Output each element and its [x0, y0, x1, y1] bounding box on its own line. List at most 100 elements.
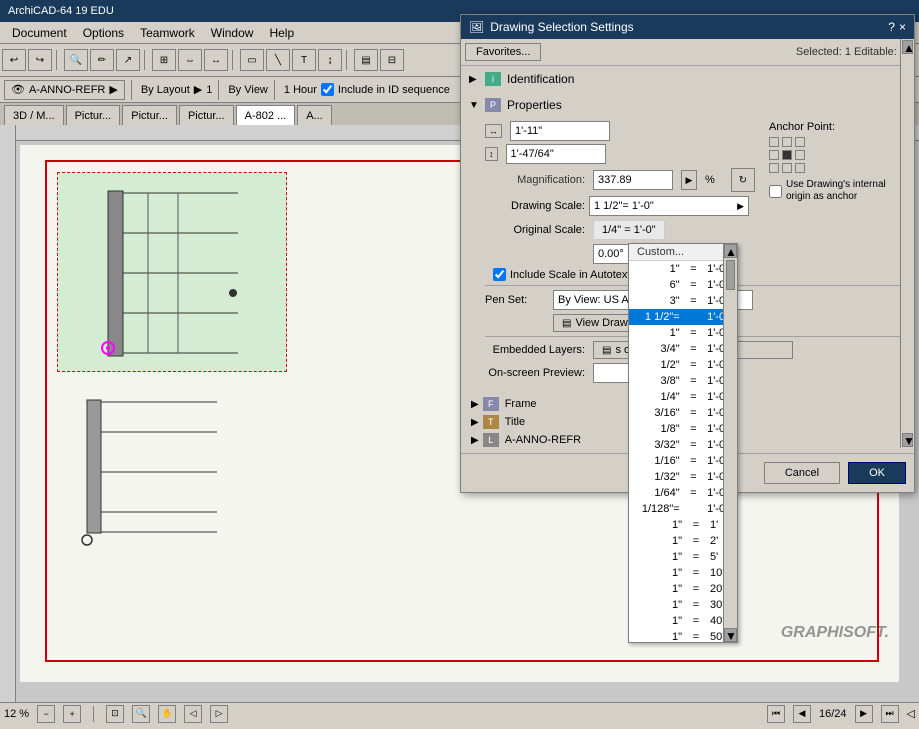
menu-teamwork[interactable]: Teamwork	[132, 24, 203, 42]
scale-item-17[interactable]: 1" = 2'	[629, 533, 737, 549]
tab-3d[interactable]: 3D / M...	[4, 105, 64, 125]
favorites-btn[interactable]: Favorites...	[465, 43, 541, 61]
magnification-input[interactable]	[593, 170, 673, 190]
use-origin-row: Use Drawing's internal origin as anchor	[769, 179, 906, 203]
scale-item-5[interactable]: 3/4" = 1'-0"	[629, 341, 737, 357]
menu-help[interactable]: Help	[261, 24, 302, 42]
fit-btn[interactable]: ⊡	[106, 705, 124, 723]
first-page-btn[interactable]: ⏮	[767, 705, 785, 723]
use-origin-checkbox[interactable]	[769, 185, 782, 198]
scale-item-11[interactable]: 3/32" = 1'-0"	[629, 437, 737, 453]
mag-arrow-btn[interactable]: ▶	[681, 170, 697, 190]
anchor-bc[interactable]	[782, 163, 792, 173]
menu-document[interactable]: Document	[4, 24, 75, 42]
scale-item-19[interactable]: 1" = 10'	[629, 565, 737, 581]
tab-pictur3[interactable]: Pictur...	[179, 105, 234, 125]
tab-a[interactable]: A...	[297, 105, 332, 125]
scale-item-7[interactable]: 3/8" = 1'-0"	[629, 373, 737, 389]
zoom-btn[interactable]: 🔍	[64, 49, 88, 71]
scale-item-13[interactable]: 1/32" = 1'-0"	[629, 469, 737, 485]
line-btn[interactable]: ╲	[266, 49, 290, 71]
scale-item-12[interactable]: 1/16" = 1'-0"	[629, 453, 737, 469]
tab-a802[interactable]: A-802 ...	[236, 105, 296, 125]
width-icon-btn[interactable]: ↔	[485, 124, 502, 138]
scale-item-2[interactable]: 3" = 1'-0"	[629, 293, 737, 309]
height-icon-btn[interactable]: ↕	[485, 147, 498, 161]
include-scale-checkbox[interactable]	[493, 268, 506, 281]
scale-item-4[interactable]: 1" = 1'-0"	[629, 325, 737, 341]
drawing-scale-dropdown[interactable]: 1 1/2"= 1'-0" ▶	[589, 196, 749, 216]
cancel-btn[interactable]: Cancel	[764, 462, 840, 484]
next-view-btn[interactable]: ▷	[210, 705, 228, 723]
scale-item-21[interactable]: 1" = 30'	[629, 597, 737, 613]
anchor-tr[interactable]	[795, 137, 805, 147]
identification-section: ▶ i Identification	[461, 66, 914, 92]
next-page-btn[interactable]: ▶	[855, 705, 873, 723]
fill-btn[interactable]: ▤	[354, 49, 378, 71]
scale-item-10[interactable]: 1/8" = 1'-0"	[629, 421, 737, 437]
scale-item-3[interactable]: 1 1/2"= 1'-0"	[629, 309, 737, 325]
scale-item-15[interactable]: 1/128"= 1'-0"	[629, 501, 737, 517]
dialog-close-btn[interactable]: ×	[899, 20, 906, 34]
anchor-tl[interactable]	[769, 137, 779, 147]
height-input[interactable]	[506, 144, 606, 164]
pan-btn[interactable]: ✋	[158, 705, 176, 723]
scrollbar-up-btn[interactable]: ▲	[902, 40, 913, 54]
layer-select[interactable]: 👁 A-ANNO-REFR ▶	[4, 80, 125, 100]
dialog-scrollbar[interactable]: ▲ ▼	[900, 39, 914, 448]
text-btn[interactable]: T	[292, 49, 316, 71]
anchor-br[interactable]	[795, 163, 805, 173]
scale-item-18[interactable]: 1" = 5'	[629, 549, 737, 565]
identification-header[interactable]: ▶ i Identification	[465, 70, 910, 88]
redo-btn[interactable]: ↪	[28, 49, 52, 71]
dd-scroll-down[interactable]: ▼	[724, 628, 737, 642]
scale-item-20[interactable]: 1" = 20'	[629, 581, 737, 597]
scale-item-22[interactable]: 1" = 40'	[629, 613, 737, 629]
include-id-checkbox[interactable]	[321, 83, 334, 96]
dropdown-scrollbar[interactable]: ▲ ▼	[723, 244, 737, 642]
dim-btn[interactable]: ↨	[318, 49, 342, 71]
scale-item-6[interactable]: 1/2" = 1'-0"	[629, 357, 737, 373]
resize-btn[interactable]: ↔	[204, 49, 228, 71]
undo-btn[interactable]: ↩	[2, 49, 26, 71]
scale-item-23[interactable]: 1" = 50'	[629, 629, 737, 643]
dd-scroll-thumb[interactable]	[726, 260, 735, 290]
pen-btn[interactable]: ✏	[90, 49, 114, 71]
tab-pictur1[interactable]: Pictur...	[66, 105, 121, 125]
scale-item-9[interactable]: 3/16" = 1'-0"	[629, 405, 737, 421]
shape-btn[interactable]: ▭	[240, 49, 264, 71]
zoom-window-btn[interactable]: 🔍	[132, 705, 150, 723]
zoom-in-btn[interactable]: +	[63, 705, 81, 723]
zoom-out-btn[interactable]: −	[37, 705, 55, 723]
prev-page-btn[interactable]: ◀	[793, 705, 811, 723]
pen-icon: ▤	[562, 318, 571, 329]
anchor-mr[interactable]	[795, 150, 805, 160]
scale-item-8[interactable]: 1/4" = 1'-0"	[629, 389, 737, 405]
dd-scroll-up[interactable]: ▲	[724, 244, 737, 258]
scale-item-1[interactable]: 6" = 1'-0"	[629, 277, 737, 293]
menu-window[interactable]: Window	[203, 24, 262, 42]
scale-item-14[interactable]: 1/64" = 1'-0"	[629, 485, 737, 501]
select-btn[interactable]: ⊞	[152, 49, 176, 71]
prev-view-btn[interactable]: ◁	[184, 705, 202, 723]
properties-section: ▼ P Properties	[461, 92, 914, 118]
anchor-mc[interactable]	[782, 150, 792, 160]
properties-header[interactable]: ▼ P Properties	[465, 96, 910, 114]
menu-options[interactable]: Options	[75, 24, 132, 42]
ok-btn[interactable]: OK	[848, 462, 906, 484]
tab-pictur2[interactable]: Pictur...	[122, 105, 177, 125]
last-page-btn[interactable]: ⏭	[881, 705, 899, 723]
move-btn[interactable]: ⇔	[178, 49, 202, 71]
rotation-icon-btn[interactable]: ↻	[731, 168, 755, 192]
width-input[interactable]	[510, 121, 610, 141]
title-label: Title	[505, 416, 525, 428]
anchor-bl[interactable]	[769, 163, 779, 173]
scale-item-0[interactable]: 1" = 1'-0"	[629, 261, 737, 277]
scrollbar-down-btn[interactable]: ▼	[902, 433, 913, 447]
dialog-help-btn[interactable]: ?	[888, 20, 895, 34]
anchor-tc[interactable]	[782, 137, 792, 147]
arrow-btn[interactable]: ↗	[116, 49, 140, 71]
scale-item-16[interactable]: 1" = 1'	[629, 517, 737, 533]
layer-btn[interactable]: ⊟	[380, 49, 404, 71]
anchor-ml[interactable]	[769, 150, 779, 160]
